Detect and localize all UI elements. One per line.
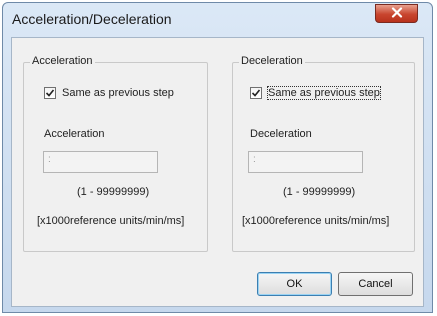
- checkmark-icon: [45, 89, 55, 97]
- ok-button[interactable]: OK: [257, 272, 332, 296]
- deceleration-group: Deceleration Same as previous step Decel…: [232, 55, 415, 252]
- acceleration-group-label: Acceleration: [30, 55, 95, 67]
- deceleration-units: [x1000reference units/min/ms]: [242, 215, 390, 227]
- acceleration-same-label: Same as previous step: [62, 87, 174, 99]
- acceleration-group: Acceleration Same as previous step Accel…: [23, 55, 208, 252]
- close-x-icon: [391, 5, 403, 23]
- acceleration-field-label: Acceleration: [44, 128, 105, 140]
- title-bar[interactable]: Acceleration/Deceleration: [3, 3, 432, 37]
- deceleration-same-checkbox[interactable]: Same as previous step: [250, 86, 381, 100]
- deceleration-field-label: Deceleration: [250, 128, 312, 140]
- deceleration-group-label: Deceleration: [239, 55, 305, 67]
- acceleration-units: [x1000reference units/min/ms]: [37, 215, 185, 227]
- dialog-client-area: Acceleration Same as previous step Accel…: [11, 37, 424, 307]
- acceleration-range: (1 - 99999999): [77, 186, 150, 198]
- checkmark-icon: [251, 89, 261, 97]
- dialog-window: Acceleration/Deceleration Acceleration S…: [2, 2, 433, 313]
- close-button[interactable]: [375, 4, 418, 23]
- deceleration-range: (1 - 99999999): [283, 186, 356, 198]
- checkbox-box[interactable]: [44, 87, 56, 99]
- cancel-button[interactable]: Cancel: [338, 272, 413, 296]
- acceleration-input[interactable]: :: [43, 151, 158, 173]
- window-title: Acceleration/Deceleration: [12, 11, 172, 27]
- deceleration-same-label: Same as previous step: [267, 86, 381, 100]
- acceleration-same-checkbox[interactable]: Same as previous step: [44, 87, 174, 99]
- checkbox-box[interactable]: [250, 87, 262, 99]
- deceleration-input[interactable]: :: [248, 151, 363, 173]
